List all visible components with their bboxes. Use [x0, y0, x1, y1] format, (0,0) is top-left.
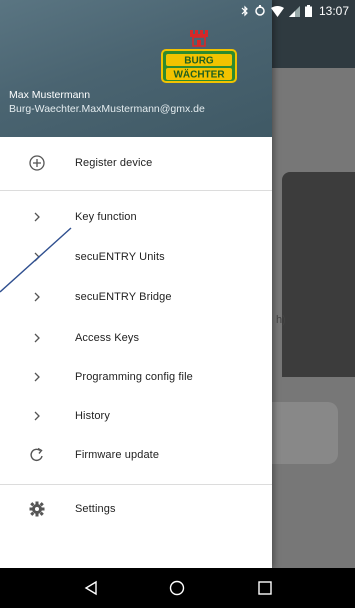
background-panel-bottom	[282, 292, 355, 377]
menu-item-key-function[interactable]: Key function	[0, 197, 272, 237]
menu-label-register-device: Register device	[75, 157, 153, 169]
menu-item-secuentry-units[interactable]: secuENTRY Units	[0, 237, 272, 277]
user-email: Burg-Waechter.MaxMustermann@gmx.de	[9, 103, 205, 115]
android-nav-bar	[0, 568, 355, 608]
refresh-icon	[26, 444, 48, 466]
signal-icon	[288, 5, 300, 17]
logo-text-line2: WÄCHTER	[173, 68, 225, 81]
menu-divider	[0, 190, 272, 191]
burg-waechter-logo: BURG WÄCHTER	[160, 28, 238, 84]
chevron-right-icon	[26, 405, 48, 427]
menu-item-register-device[interactable]: Register device	[0, 143, 272, 183]
navigation-drawer: BURG WÄCHTER Max Mustermann Burg-Waechte…	[0, 0, 272, 568]
bluetooth-icon	[241, 5, 249, 17]
battery-icon	[304, 5, 312, 17]
logo-text-line1: BURG	[184, 56, 214, 67]
menu-item-programming-config-file[interactable]: Programming config file	[0, 357, 272, 397]
user-name: Max Mustermann	[9, 89, 91, 101]
menu-label-history: History	[75, 410, 110, 422]
gear-icon	[26, 498, 48, 520]
menu-item-secuentry-bridge[interactable]: secuENTRY Bridge	[0, 277, 272, 317]
menu-label-key-function: Key function	[75, 211, 137, 223]
chevron-right-icon	[26, 366, 48, 388]
sync-icon	[254, 5, 266, 17]
chevron-right-icon	[26, 206, 48, 228]
menu-item-settings[interactable]: Settings	[0, 489, 272, 529]
menu-label-secuentry-bridge: secuENTRY Bridge	[75, 291, 172, 303]
recents-icon[interactable]	[252, 576, 278, 600]
menu-label-secuentry-units: secuENTRY Units	[75, 251, 165, 263]
status-time: 13:07	[318, 4, 349, 18]
background-partial-text: h)	[276, 314, 286, 326]
menu-divider	[0, 484, 272, 485]
chevron-right-icon	[26, 286, 48, 308]
chevron-right-icon	[26, 327, 48, 349]
menu-label-access-keys: Access Keys	[75, 332, 140, 344]
menu-item-firmware-update[interactable]: Firmware update	[0, 435, 272, 475]
menu-item-access-keys[interactable]: Access Keys	[0, 318, 272, 358]
menu-label-settings: Settings	[75, 503, 116, 515]
status-bar: 13:07	[0, 0, 355, 22]
back-icon[interactable]	[78, 576, 104, 600]
wifi-icon	[270, 5, 284, 17]
home-icon[interactable]	[164, 576, 190, 600]
background-panel-top	[282, 172, 355, 292]
chevron-right-icon	[26, 246, 48, 268]
menu-item-history[interactable]: History	[0, 396, 272, 436]
add-circle-icon	[26, 152, 48, 174]
menu-label-programming-config-file: Programming config file	[75, 371, 193, 383]
menu-label-firmware-update: Firmware update	[75, 449, 160, 461]
